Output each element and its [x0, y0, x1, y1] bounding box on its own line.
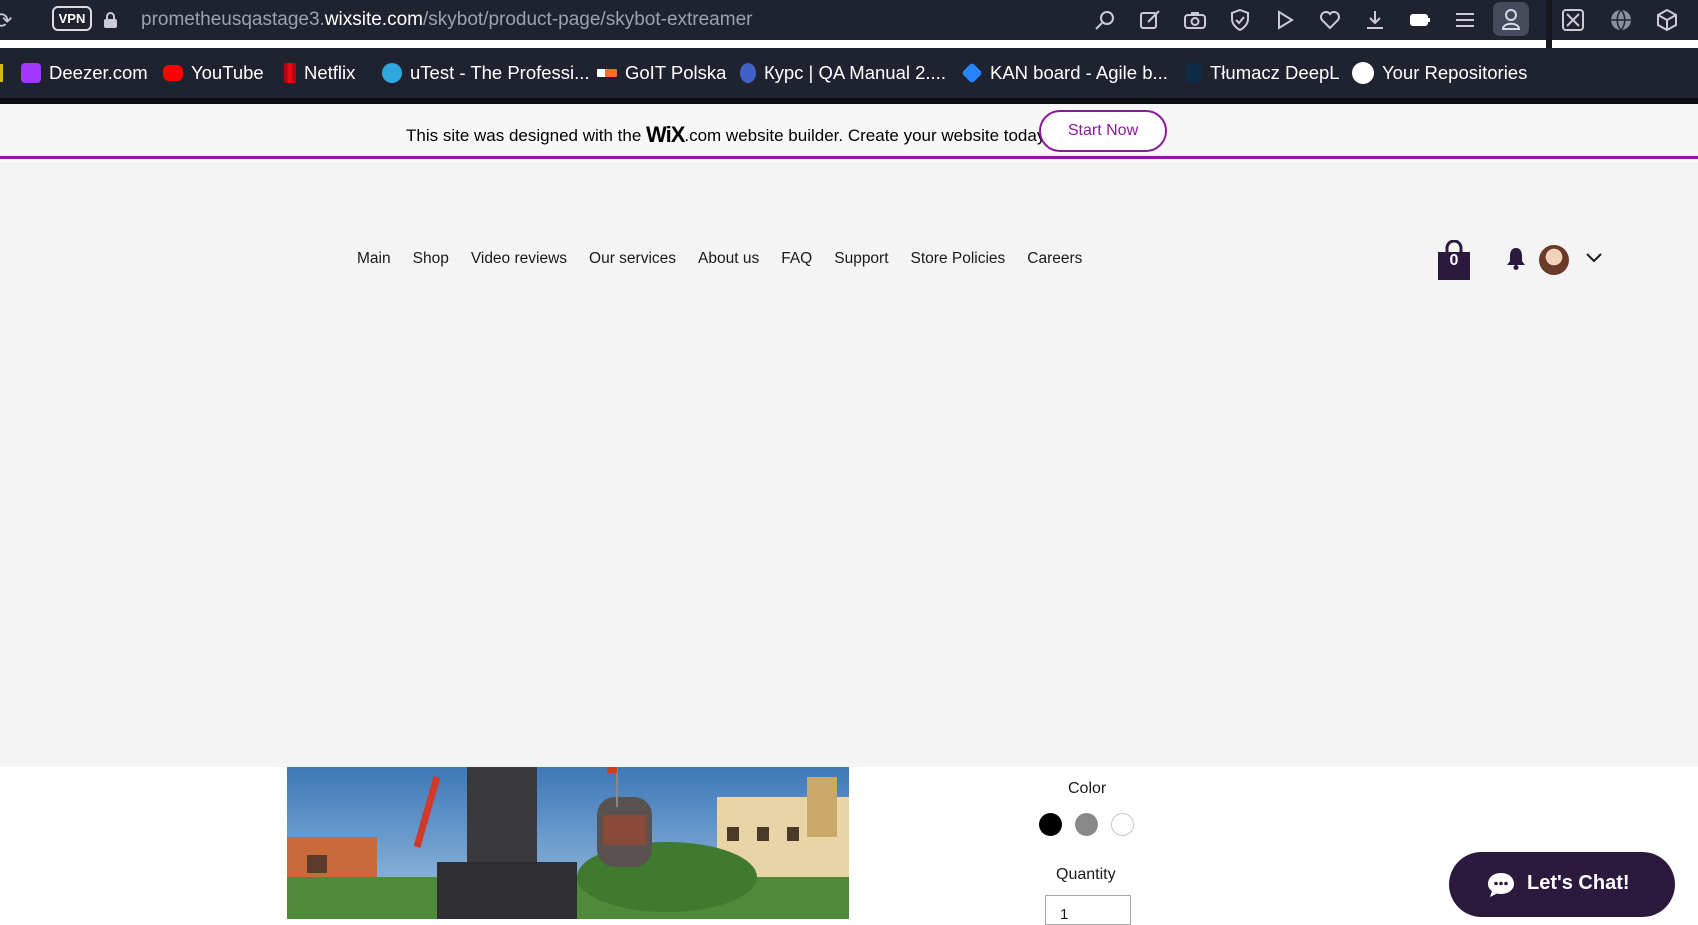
bookmark-label: Курс | QA Manual 2....: [764, 62, 946, 83]
bookmark-overflow-edge: [0, 64, 3, 82]
bookmark-qa-manual[interactable]: Курс | QA Manual 2....: [740, 62, 946, 84]
reload-icon[interactable]: ⟳: [0, 8, 12, 34]
settings-sliders-icon[interactable]: [1453, 8, 1477, 32]
url-path: /skybot/product-page/skybot-extreamer: [422, 9, 753, 30]
toolbar-separator: [1546, 0, 1552, 48]
product-photo: [287, 767, 849, 919]
bell-icon[interactable]: [1506, 246, 1526, 270]
lightbulb-icon: [740, 63, 756, 83]
search-page-icon[interactable]: [1093, 8, 1117, 32]
globe-icon[interactable]: [1609, 8, 1633, 32]
wix-banner-text-start: This site was designed with the: [406, 126, 647, 145]
utest-icon: [382, 63, 402, 83]
bookmark-label: KAN board - Agile b...: [990, 62, 1168, 83]
nav-item-video-reviews[interactable]: Video reviews: [471, 250, 567, 268]
bookmark-label: Deezer.com: [49, 62, 148, 83]
color-swatch-gray[interactable]: [1075, 813, 1098, 836]
bookmark-deepl[interactable]: Tłumacz DeepL: [1186, 62, 1340, 84]
bookmark-youtube[interactable]: YouTube: [163, 62, 264, 84]
browser-address-bar: ⟳ VPN prometheusqastage3.wixsite.com/sky…: [0, 0, 1698, 48]
wix-banner-text-end: .com website builder. Create your websit…: [684, 126, 1049, 145]
bookmark-netflix[interactable]: Netflix: [284, 62, 355, 84]
url-host: prometheusqastage3.: [141, 9, 325, 30]
play-icon[interactable]: [1273, 8, 1297, 32]
nav-item-support[interactable]: Support: [834, 250, 888, 268]
chat-button[interactable]: Let's Chat!: [1449, 852, 1675, 917]
lock-icon[interactable]: [103, 12, 118, 28]
deepl-icon: [1186, 63, 1202, 83]
bookmark-utest[interactable]: uTest - The Professi...: [382, 62, 590, 84]
nav-item-faq[interactable]: FAQ: [781, 250, 812, 268]
profile-button[interactable]: [1493, 2, 1529, 36]
bookmark-label: Your Repositories: [1382, 62, 1528, 83]
heart-icon[interactable]: [1318, 8, 1342, 32]
color-swatch-white[interactable]: [1111, 813, 1134, 836]
download-icon[interactable]: [1363, 8, 1387, 32]
nav-item-main[interactable]: Main: [357, 250, 391, 268]
camera-icon[interactable]: [1183, 8, 1207, 32]
bookmarks-bar: Deezer.com YouTube Netflix uTest - The P…: [0, 48, 1698, 98]
wix-logo: WiX: [646, 122, 685, 147]
bookmark-label: YouTube: [191, 62, 264, 83]
bookmark-label: GoIT Polska: [625, 62, 727, 83]
edit-icon[interactable]: [1138, 8, 1162, 32]
nav-item-shop[interactable]: Shop: [413, 250, 449, 268]
wix-banner: This site was designed with the WiX.com …: [0, 104, 1698, 159]
cart-count: 0: [1449, 252, 1459, 269]
extension-icon[interactable]: [1561, 8, 1585, 32]
netflix-icon: [284, 63, 296, 83]
battery-icon[interactable]: [1408, 8, 1432, 32]
nav-item-our-services[interactable]: Our services: [589, 250, 676, 268]
site-header: Main Shop Video reviews Our services Abo…: [0, 162, 1698, 767]
quantity-label: Quantity: [1056, 866, 1116, 883]
github-icon: [1352, 62, 1374, 84]
bookmark-kan-board[interactable]: KAN board - Agile b...: [961, 62, 1168, 84]
main-nav: Main Shop Video reviews Our services Abo…: [357, 250, 1104, 268]
url-field[interactable]: prometheusqastage3.wixsite.com/skybot/pr…: [141, 9, 752, 31]
color-swatch-black[interactable]: [1039, 813, 1062, 836]
youtube-icon: [163, 65, 183, 81]
goit-icon: [597, 69, 617, 77]
color-label: Color: [1068, 780, 1107, 797]
avatar[interactable]: [1539, 245, 1569, 275]
chevron-down-icon[interactable]: [1585, 252, 1603, 264]
bookmark-label: uTest - The Professi...: [410, 62, 590, 83]
shield-icon[interactable]: [1228, 8, 1252, 32]
vpn-badge[interactable]: VPN: [52, 6, 92, 31]
start-now-button[interactable]: Start Now: [1039, 110, 1167, 152]
deezer-icon: [21, 63, 41, 83]
nav-item-careers[interactable]: Careers: [1027, 250, 1082, 268]
bookmark-github[interactable]: Your Repositories: [1352, 62, 1527, 84]
quantity-input[interactable]: 1: [1045, 895, 1131, 925]
chat-button-label: Let's Chat!: [1527, 872, 1630, 894]
user-icon: [1501, 9, 1521, 30]
product-image[interactable]: [287, 767, 849, 919]
nav-item-store-policies[interactable]: Store Policies: [911, 250, 1006, 268]
bookmark-label: Tłumacz DeepL: [1210, 62, 1340, 83]
jira-icon: [961, 62, 983, 84]
bookmark-goit[interactable]: GoIT Polska: [597, 62, 726, 84]
url-domain: wixsite.com: [324, 9, 423, 30]
bookmark-deezer[interactable]: Deezer.com: [21, 62, 148, 84]
nav-item-about-us[interactable]: About us: [698, 250, 759, 268]
wix-banner-text: This site was designed with the WiX.com …: [406, 121, 1049, 147]
box-icon[interactable]: [1655, 8, 1679, 32]
bookmark-label: Netflix: [304, 62, 356, 83]
chat-bubble-icon: [1488, 873, 1514, 897]
